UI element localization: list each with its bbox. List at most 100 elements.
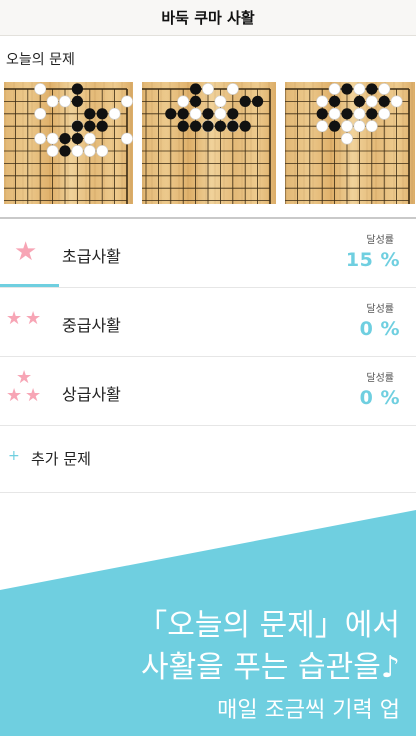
black-stone <box>252 95 264 107</box>
promo-subline: 매일 조금씩 기력 업 <box>217 698 400 723</box>
white-stone <box>83 145 96 157</box>
today-problem-board-3[interactable] <box>285 82 415 204</box>
white-stone <box>214 107 227 120</box>
black-stone <box>177 120 189 132</box>
black-stone <box>214 120 226 132</box>
row-divider <box>0 492 416 493</box>
level-label: 중급사활 <box>62 316 121 335</box>
white-stone <box>189 107 202 120</box>
star-icon: ★ <box>6 308 23 329</box>
black-stone <box>71 133 83 145</box>
difficulty-stars: ★ <box>6 219 46 287</box>
white-stone <box>316 95 329 108</box>
star-icon: ★ <box>6 385 23 406</box>
achievement-rate: 15 % <box>345 249 400 271</box>
white-stone <box>214 95 227 108</box>
white-stone <box>316 120 329 133</box>
black-stone <box>202 108 214 120</box>
level-row-beginner[interactable]: ★ 초급사활 달성률 15 % <box>0 219 416 287</box>
extra-problems-row[interactable]: + 추가 문제 <box>0 426 416 492</box>
black-stone <box>59 145 71 157</box>
white-stone <box>328 107 341 120</box>
black-stone <box>190 83 202 95</box>
promo-headline-2: 사활을 푸는 습관을♪ <box>140 650 400 685</box>
white-stone <box>46 132 59 145</box>
white-stone <box>71 145 84 157</box>
black-stone <box>239 95 251 107</box>
black-stone <box>227 120 239 132</box>
black-stone <box>227 108 239 120</box>
level-row-advanced[interactable]: ★ ★ ★ 상급사활 달성률 0 % <box>0 357 416 425</box>
black-stone <box>71 95 83 107</box>
white-stone <box>378 83 391 95</box>
star-icon: ★ <box>14 237 38 267</box>
app-title: 바둑 쿠마 사활 <box>161 9 255 27</box>
black-stone <box>177 108 189 120</box>
star-icon: ★ <box>25 385 42 406</box>
black-stone <box>190 120 202 132</box>
achievement-caption: 달성률 <box>366 235 394 246</box>
extra-problems-label: 추가 문제 <box>31 450 91 468</box>
black-stone <box>366 83 378 95</box>
white-stone <box>328 83 341 95</box>
white-stone <box>96 145 109 157</box>
white-stone <box>34 83 47 95</box>
navigation-bar: 바둑 쿠마 사활 <box>0 0 416 36</box>
white-stone <box>341 120 353 133</box>
white-stone <box>83 132 96 145</box>
difficulty-stars: ★ ★ ★ <box>6 357 46 425</box>
black-stone <box>329 95 341 107</box>
white-stone <box>353 83 366 95</box>
white-stone <box>46 95 59 108</box>
white-stone <box>202 83 214 95</box>
black-stone <box>165 108 177 120</box>
black-stone <box>341 108 353 120</box>
achievement-caption: 달성률 <box>366 373 394 384</box>
today-problem-board-1[interactable] <box>4 82 133 204</box>
black-stone <box>96 108 108 120</box>
today-problem-board-2[interactable] <box>142 82 276 204</box>
level-label: 초급사활 <box>62 247 121 266</box>
achievement-caption: 달성률 <box>366 304 394 315</box>
white-stone <box>365 120 378 133</box>
white-stone <box>177 95 190 108</box>
plus-icon: + <box>8 448 20 464</box>
black-stone <box>353 95 365 107</box>
promo-headline-1: 「오늘의 문제」에서 <box>137 608 400 643</box>
black-stone <box>84 108 96 120</box>
white-stone <box>121 95 133 108</box>
white-stone <box>378 107 391 120</box>
white-stone <box>108 107 121 120</box>
white-stone <box>365 95 378 108</box>
white-stone <box>59 95 71 108</box>
white-stone <box>46 145 59 157</box>
black-stone <box>71 120 83 132</box>
level-row-intermediate[interactable]: ★ ★ 중급사활 달성률 0 % <box>0 288 416 356</box>
black-stone <box>316 108 328 120</box>
todays-problem-heading: 오늘의 문제 <box>6 52 75 68</box>
white-stone <box>121 132 133 145</box>
black-stone <box>202 120 214 132</box>
black-stone <box>190 95 202 107</box>
white-stone <box>390 95 403 108</box>
black-stone <box>366 108 378 120</box>
white-stone <box>341 132 353 145</box>
go-board-grid <box>285 83 410 204</box>
white-stone <box>353 120 366 133</box>
difficulty-stars: ★ ★ <box>6 288 46 356</box>
white-stone <box>34 132 47 145</box>
achievement-rate: 0 % <box>359 318 400 340</box>
go-board-grid <box>4 83 133 204</box>
white-stone <box>226 83 239 95</box>
black-stone <box>341 83 353 95</box>
star-icon: ★ <box>25 308 42 329</box>
black-stone <box>378 95 390 107</box>
black-stone <box>239 120 251 132</box>
black-stone <box>329 120 341 132</box>
black-stone <box>59 133 71 145</box>
white-stone <box>353 107 366 120</box>
black-stone <box>71 83 83 95</box>
achievement-rate: 0 % <box>359 387 400 409</box>
black-stone <box>96 120 108 132</box>
promo-banner: 「오늘의 문제」에서 사활을 푸는 습관을♪ 매일 조금씩 기력 업 <box>0 510 416 736</box>
